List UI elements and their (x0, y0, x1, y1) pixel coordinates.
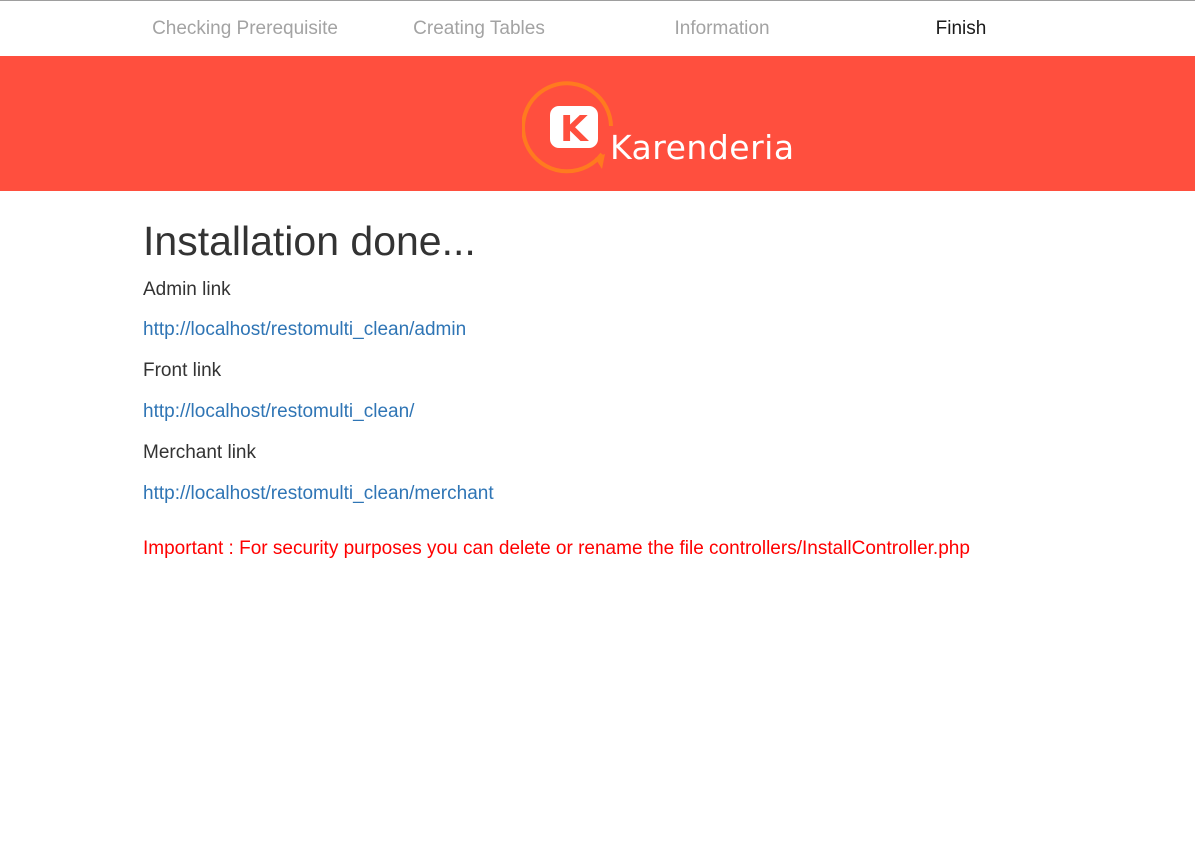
step-creating-tables: Creating Tables (413, 18, 545, 39)
admin-link-label: Admin link (143, 279, 231, 300)
admin-link[interactable]: http://localhost/restomulti_clean/admin (143, 319, 466, 341)
karenderia-logo-icon: K (522, 81, 613, 174)
merchant-link-label: Merchant link (143, 442, 256, 463)
logo-wordmark: Karenderia (610, 128, 795, 167)
merchant-link[interactable]: http://localhost/restomulti_clean/mercha… (143, 483, 494, 505)
front-link-label: Front link (143, 360, 222, 381)
step-checking-prerequisite: Checking Prerequisite (152, 18, 338, 39)
security-warning: Important : For security purposes you ca… (143, 538, 970, 559)
karenderia-logo: K Karenderia (522, 76, 795, 176)
step-information: Information (674, 18, 770, 39)
step-finish: Finish (935, 18, 987, 39)
main-content: Installation done... Admin link http://l… (143, 212, 1103, 559)
header-banner: K Karenderia (0, 56, 1195, 191)
install-steps-bar: Checking Prerequisite Creating Tables In… (0, 0, 1195, 56)
logo-letter: K (560, 109, 589, 150)
front-link[interactable]: http://localhost/restomulti_clean/ (143, 401, 414, 423)
page-title: Installation done... (143, 218, 476, 264)
